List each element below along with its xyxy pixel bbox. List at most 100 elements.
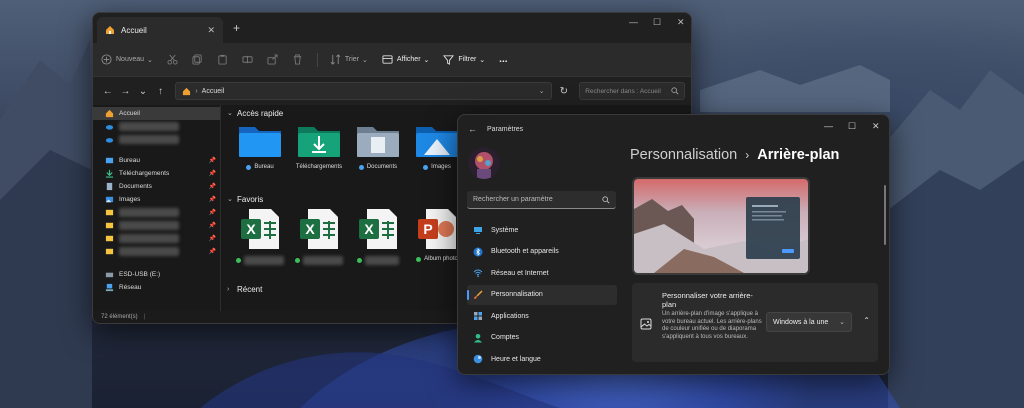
copy-icon <box>192 54 202 65</box>
close-window-button[interactable]: ✕ <box>872 121 880 132</box>
sort-icon <box>330 54 341 65</box>
sidebar-item-documents[interactable]: Documents 📌 <box>93 180 220 193</box>
delete-button[interactable] <box>292 54 303 65</box>
breadcrumb-parent[interactable]: Personnalisation <box>630 147 737 163</box>
nav-item-network[interactable]: Réseau et Internet <box>467 263 617 283</box>
refresh-button[interactable]: ↻ <box>560 86 574 97</box>
maximize-button[interactable]: ☐ <box>848 121 856 132</box>
search-input[interactable]: Rechercher dans : Accueil <box>579 82 686 100</box>
status-dot-icon <box>416 256 422 262</box>
excel-icon: X <box>241 209 279 249</box>
share-button[interactable] <box>267 54 278 65</box>
folder-documents-icon <box>357 127 399 157</box>
scrollbar[interactable] <box>884 185 886 245</box>
search-icon <box>602 195 610 203</box>
documents-icon <box>106 182 113 191</box>
sidebar-item-images[interactable]: Images 📌 <box>93 193 220 206</box>
tab-home[interactable]: Accueil ✕ <box>97 17 223 43</box>
more-options-button[interactable]: ... <box>499 54 507 65</box>
wallpaper-preview <box>632 177 810 275</box>
sidebar-item-folder[interactable]: 📌 <box>93 245 220 258</box>
minimize-button[interactable]: — <box>824 121 833 131</box>
cut-button[interactable] <box>167 54 178 65</box>
redacted-label <box>303 256 343 265</box>
nav-item-personalization[interactable]: Personnalisation <box>467 284 617 305</box>
sync-icon <box>423 164 429 170</box>
sidebar-item-desktop[interactable]: Bureau 📌 <box>93 154 220 167</box>
sort-button[interactable]: Trier ⌄ <box>330 54 368 65</box>
card-title: Personnaliser votre arrière-plan <box>662 291 753 310</box>
tab-title: Accueil <box>121 25 147 35</box>
rename-button[interactable] <box>242 54 253 65</box>
sidebar-item-usb[interactable]: ESD-USB (E:) <box>93 268 220 281</box>
nav-item-time-language[interactable]: Heure et langue <box>467 349 617 369</box>
sidebar-item-folder[interactable]: 📌 <box>93 219 220 232</box>
minimize-button[interactable]: — <box>629 17 638 27</box>
maximize-button[interactable]: ☐ <box>653 17 661 28</box>
pin-icon: 📌 <box>208 236 216 242</box>
nav-item-accounts[interactable]: Comptes <box>467 328 617 348</box>
desktop-icon <box>105 157 114 164</box>
avatar[interactable] <box>468 147 500 179</box>
favorite-item-excel[interactable]: X <box>349 207 407 277</box>
close-tab-icon[interactable]: ✕ <box>207 25 215 36</box>
paste-button[interactable] <box>217 54 228 65</box>
sidebar-item-folder[interactable]: 📌 <box>93 206 220 219</box>
background-type-dropdown[interactable]: Windows à la une ⌄ <box>766 312 852 332</box>
network-icon <box>105 283 114 292</box>
redacted-label <box>365 256 399 265</box>
up-button[interactable]: ↑ <box>152 86 170 97</box>
copy-button[interactable] <box>192 54 203 65</box>
quick-access-item-desktop[interactable]: Bureau <box>231 121 289 191</box>
new-button[interactable]: Nouveau ⌄ <box>101 54 153 65</box>
search-icon <box>671 87 679 95</box>
redacted-label <box>119 135 179 144</box>
sidebar-item-onedrive-2[interactable] <box>93 133 220 146</box>
folder-download-icon <box>298 127 340 157</box>
pin-icon: 📌 <box>208 171 216 177</box>
nav-item-apps[interactable]: Applications <box>467 306 617 326</box>
address-dropdown-icon[interactable]: ⌄ <box>539 87 545 95</box>
view-button[interactable]: Afficher ⌄ <box>382 54 429 65</box>
sidebar-item-network[interactable]: Réseau <box>93 281 220 294</box>
status-dot-icon <box>357 258 362 263</box>
address-bar-row: ← → ⌄ ↑ › Accueil ⌄ ↻ Rechercher dans : … <box>93 77 691 105</box>
sidebar-item-home[interactable]: Accueil <box>93 107 220 120</box>
filter-button[interactable]: Filtrer ⌄ <box>443 54 485 65</box>
folder-icon <box>105 222 114 229</box>
favorite-item-excel[interactable]: X <box>290 207 348 277</box>
navigation-pane: Accueil Bureau 📌 Téléchargements 📌 Docum… <box>93 105 221 311</box>
new-tab-button[interactable]: + <box>233 21 240 35</box>
collapse-button[interactable]: ⌃ <box>863 316 870 325</box>
status-dot-icon <box>295 258 300 263</box>
sidebar-item-folder[interactable]: 📌 <box>93 232 220 245</box>
quick-access-item-documents[interactable]: Documents <box>349 121 407 191</box>
cloud-icon <box>105 125 114 130</box>
account-icon <box>474 333 482 342</box>
back-button[interactable]: ← <box>468 124 477 134</box>
folder-images-icon <box>416 127 458 157</box>
folder-desktop-icon <box>239 127 281 157</box>
settings-nav: Système Bluetooth et appareils Réseau et… <box>467 220 617 371</box>
settings-window: ← Paramètres — ☐ ✕ Rechercher un paramèt… <box>457 114 890 375</box>
back-button[interactable]: ← <box>99 86 117 97</box>
history-button[interactable]: ⌄ <box>134 86 152 97</box>
nav-item-bluetooth[interactable]: Bluetooth et appareils <box>467 242 617 262</box>
paste-icon <box>218 54 227 65</box>
favorite-item-excel[interactable]: X <box>231 207 289 277</box>
settings-search-input[interactable]: Rechercher un paramètre <box>467 191 616 209</box>
system-icon <box>474 227 482 234</box>
rename-icon <box>242 55 253 64</box>
new-icon <box>101 54 112 65</box>
sidebar-item-downloads[interactable]: Téléchargements 📌 <box>93 167 220 180</box>
trash-icon <box>293 54 302 65</box>
address-input[interactable]: › Accueil ⌄ <box>175 82 552 100</box>
download-icon <box>105 169 114 178</box>
forward-button[interactable]: → <box>117 86 135 97</box>
quick-access-item-downloads[interactable]: Téléchargements <box>290 121 348 191</box>
toolbar-separator <box>316 52 318 67</box>
sidebar-item-onedrive[interactable] <box>93 120 220 133</box>
nav-item-system[interactable]: Système <box>467 220 617 240</box>
close-window-button[interactable]: ✕ <box>677 17 685 28</box>
sync-icon <box>246 164 252 170</box>
